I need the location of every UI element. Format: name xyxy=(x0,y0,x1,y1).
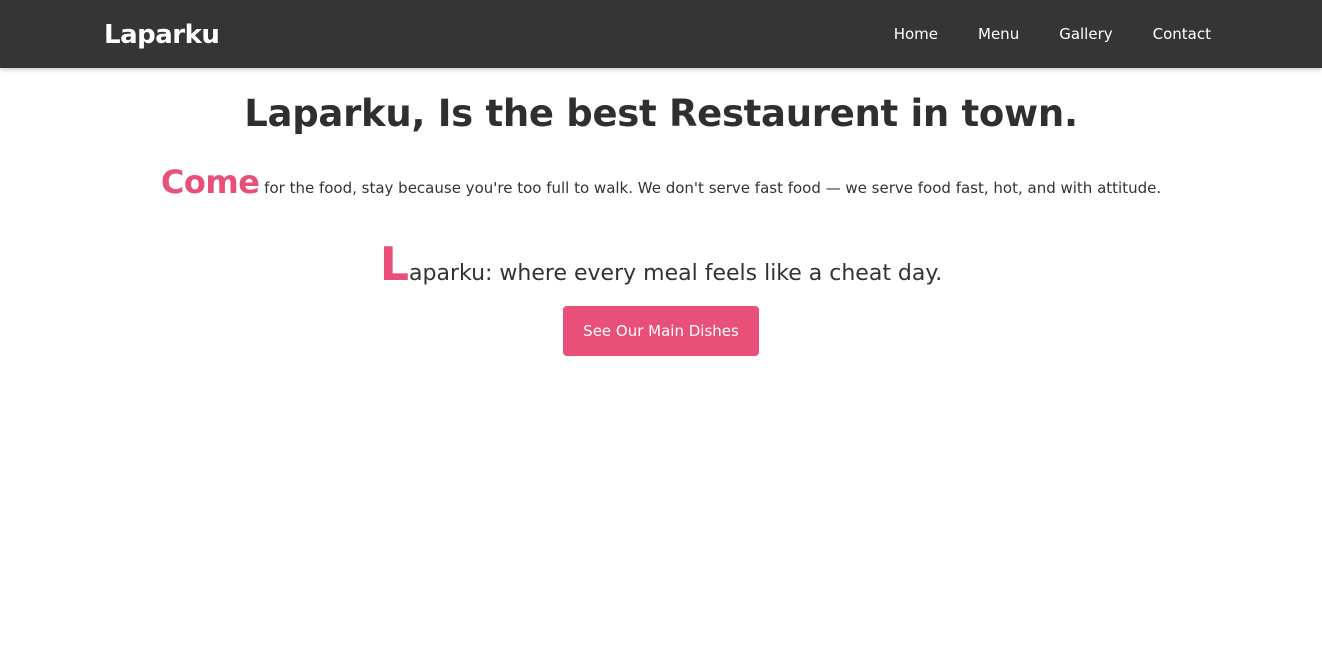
tagline-accent-word: Come xyxy=(160,163,260,201)
tagline-text: for the food, stay because you're too fu… xyxy=(259,179,1162,197)
brand-logo[interactable]: Laparku xyxy=(104,18,220,52)
nav-link-gallery[interactable]: Gallery xyxy=(1059,24,1112,44)
nav-link-contact[interactable]: Contact xyxy=(1153,24,1211,44)
nav-links: Home Menu Gallery Contact xyxy=(894,24,1211,44)
hero-tagline: Come for the food, stay because you're t… xyxy=(0,160,1322,210)
hero-slogan: Laparku: where every meal feels like a c… xyxy=(0,238,1322,300)
nav-link-menu[interactable]: Menu xyxy=(978,24,1019,44)
slogan-text: aparku: where every meal feels like a ch… xyxy=(409,261,943,286)
nav-link-home[interactable]: Home xyxy=(894,24,938,44)
hero-title: Laparku, Is the best Restaurent in town. xyxy=(244,92,1078,135)
see-main-dishes-button[interactable]: See Our Main Dishes xyxy=(563,306,759,356)
navbar: Laparku Home Menu Gallery Contact xyxy=(0,0,1322,68)
slogan-initial-letter: L xyxy=(379,237,410,291)
